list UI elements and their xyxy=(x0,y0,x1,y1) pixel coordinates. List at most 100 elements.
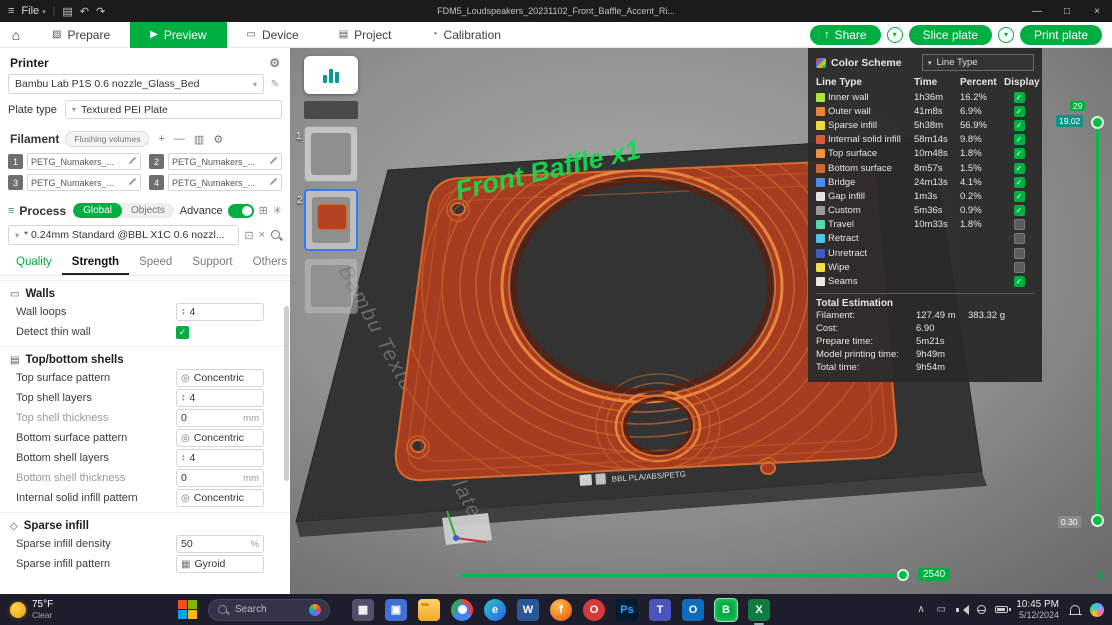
display-checkbox[interactable] xyxy=(1014,262,1025,273)
search-settings-icon[interactable] xyxy=(270,229,282,241)
tab-prepare[interactable]: ▧Prepare xyxy=(32,22,130,48)
flushing-volumes-button[interactable]: Flushing volumes xyxy=(65,131,149,147)
share-button[interactable]: ↑Share xyxy=(810,25,881,45)
param-tab-support[interactable]: Support xyxy=(182,253,242,275)
file-menu[interactable]: File ▾ xyxy=(21,5,45,17)
setting-select[interactable]: ◎Concentric xyxy=(176,489,264,507)
global-scope-button[interactable]: Global xyxy=(73,203,122,218)
word-icon[interactable]: W xyxy=(517,599,539,621)
setting-unit[interactable]: 0mm xyxy=(176,469,264,487)
plate-list-toolbar[interactable] xyxy=(304,101,358,119)
filament-preset-box[interactable]: PETG_Numakers_... xyxy=(168,153,282,170)
edit-filament-icon[interactable] xyxy=(128,177,137,188)
filament-slot-4[interactable]: 4PETG_Numakers_... xyxy=(149,174,282,191)
section-header[interactable]: ▤Top/bottom shells xyxy=(0,346,290,368)
section-header[interactable]: ◇Sparse infill xyxy=(0,512,290,534)
display-checkbox[interactable]: ✓ xyxy=(1014,177,1025,188)
edge-icon[interactable]: e xyxy=(484,599,506,621)
remove-filament-icon[interactable]: — xyxy=(174,133,185,145)
filament-settings-gear-icon[interactable]: ⚙ xyxy=(213,133,223,146)
display-checkbox[interactable]: ✓ xyxy=(1014,148,1025,159)
excel-icon[interactable]: X xyxy=(748,599,770,621)
param-tab-strength[interactable]: Strength xyxy=(62,253,129,275)
layer-slider-track[interactable] xyxy=(1096,118,1099,523)
display-icon[interactable]: ▭ xyxy=(935,604,947,615)
printer-settings-gear-icon[interactable]: ⚙ xyxy=(269,56,280,70)
volume-icon[interactable] xyxy=(955,604,967,615)
layer-slider-bottom-handle[interactable] xyxy=(1091,514,1104,527)
display-checkbox[interactable]: ✓ xyxy=(1014,92,1025,103)
teams-icon[interactable]: T xyxy=(649,599,671,621)
printer-select[interactable]: Bambu Lab P1S 0.6 nozzle_Glass_Bed▾ xyxy=(8,74,264,94)
slice-statistics-button[interactable] xyxy=(304,56,358,94)
file-explorer-icon[interactable] xyxy=(418,599,440,621)
plate-thumbnail-1[interactable]: 1 xyxy=(304,126,358,182)
display-checkbox[interactable]: ✓ xyxy=(1014,205,1025,216)
display-checkbox[interactable]: ✓ xyxy=(1014,120,1025,131)
taskbar-clock[interactable]: 10:45 PM 5/12/2024 xyxy=(1016,599,1059,621)
hidden-icons-chevron[interactable]: ∧ xyxy=(915,604,927,615)
opera-icon[interactable]: O xyxy=(583,599,605,621)
spinner-arrows-icon[interactable]: ▲▼ xyxy=(181,394,185,403)
weather-widget[interactable]: 75°F Clear xyxy=(0,599,96,621)
setting-unit[interactable]: 0mm xyxy=(176,409,264,427)
section-header[interactable]: ▭Walls xyxy=(0,280,290,302)
param-tab-quality[interactable]: Quality xyxy=(6,253,62,275)
desktop-app-icon[interactable]: ▦ xyxy=(352,599,374,621)
minimize-button[interactable]: — xyxy=(1022,0,1052,22)
firefox-icon[interactable]: f xyxy=(550,599,572,621)
print-plate-button[interactable]: Print plate xyxy=(1020,25,1102,45)
tab-calibration[interactable]: ◔Calibration xyxy=(412,22,521,48)
filament-slot-1[interactable]: 1PETG_Numakers_... xyxy=(8,153,141,170)
setting-spinner[interactable]: ▲▼4 xyxy=(176,449,264,467)
sidebar-scrollbar[interactable] xyxy=(284,306,289,481)
display-checkbox[interactable] xyxy=(1014,248,1025,259)
start-button[interactable] xyxy=(176,599,198,621)
display-checkbox[interactable]: ✓ xyxy=(1014,106,1025,117)
hamburger-menu-icon[interactable]: ≡ xyxy=(8,5,14,17)
export-icon[interactable]: ▤ xyxy=(62,5,72,18)
task-view-icon[interactable]: ▣ xyxy=(385,599,407,621)
slice-plate-button[interactable]: Slice plate xyxy=(909,25,992,45)
display-checkbox[interactable]: ✓ xyxy=(1014,163,1025,174)
plate-thumbnail-2[interactable]: 2 xyxy=(304,189,358,251)
undo-icon[interactable]: ↶ xyxy=(80,5,89,18)
display-checkbox[interactable] xyxy=(1014,219,1025,230)
close-button[interactable]: × xyxy=(1082,0,1112,22)
filament-preset-box[interactable]: PETG_Numakers_... xyxy=(27,174,141,191)
setting-select[interactable]: ◎Concentric xyxy=(176,369,264,387)
outlook-icon[interactable]: O xyxy=(682,599,704,621)
process-scope-switch[interactable]: Global Objects xyxy=(73,203,174,218)
param-tab-speed[interactable]: Speed xyxy=(129,253,182,275)
filament-preset-box[interactable]: PETG_Numakers_... xyxy=(168,174,282,191)
spinner-arrows-icon[interactable]: ▲▼ xyxy=(181,308,185,317)
view-all-settings-icon[interactable]: ✳ xyxy=(273,204,282,217)
save-preset-icon[interactable]: ⊡ xyxy=(244,229,253,242)
tab-project[interactable]: ▤Project xyxy=(319,22,412,48)
objects-scope-button[interactable]: Objects xyxy=(122,203,174,218)
maximize-button[interactable]: □ xyxy=(1052,0,1082,22)
redo-icon[interactable]: ↷ xyxy=(96,5,105,18)
edit-filament-icon[interactable] xyxy=(128,156,137,167)
chrome-icon[interactable] xyxy=(451,599,473,621)
spinner-arrows-icon[interactable]: ▲▼ xyxy=(181,454,185,463)
edit-printer-icon[interactable]: ✎ xyxy=(268,79,282,90)
add-filament-icon[interactable]: + xyxy=(158,133,164,145)
tab-preview[interactable]: ▶Preview xyxy=(130,22,226,48)
setting-select[interactable]: ◎Concentric xyxy=(176,429,264,447)
advance-toggle[interactable] xyxy=(228,204,254,218)
edit-filament-icon[interactable] xyxy=(269,177,278,188)
ams-icon[interactable]: ▥ xyxy=(194,133,204,146)
clear-preset-icon[interactable]: × xyxy=(259,229,265,241)
filament-slot-3[interactable]: 3PETG_Numakers_... xyxy=(8,174,141,191)
display-checkbox[interactable]: ✓ xyxy=(1014,276,1025,287)
display-checkbox[interactable]: ✓ xyxy=(1014,134,1025,145)
plate-type-select[interactable]: ▾Textured PEI Plate xyxy=(65,100,282,119)
setting-select[interactable]: ▦Gyroid xyxy=(176,555,264,573)
setting-spinner[interactable]: ▲▼4 xyxy=(176,303,264,321)
move-slider-track[interactable] xyxy=(460,574,905,577)
battery-icon[interactable] xyxy=(995,606,1008,613)
notification-bell-icon[interactable] xyxy=(1070,605,1080,614)
compare-presets-icon[interactable]: ⊞ xyxy=(259,204,268,217)
filament-preset-box[interactable]: PETG_Numakers_... xyxy=(27,153,141,170)
